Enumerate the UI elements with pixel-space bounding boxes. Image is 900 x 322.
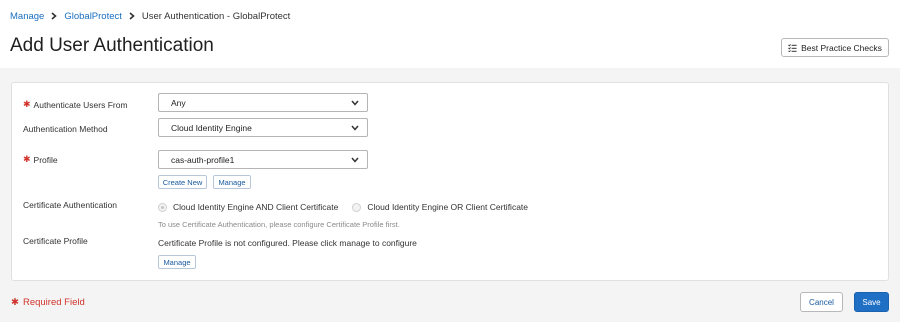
certificate-profile-message: Certificate Profile is not configured. P…	[158, 238, 417, 248]
best-practice-checks-button[interactable]: Best Practice Checks	[781, 38, 889, 57]
required-asterisk-icon: ✱	[23, 99, 31, 109]
chevron-down-icon	[351, 157, 359, 163]
chevron-right-icon	[129, 11, 135, 22]
authentication-method-label: Authentication Method	[23, 124, 108, 134]
authentication-method-select[interactable]: Cloud Identity Engine	[158, 118, 368, 137]
page-header: Manage GlobalProtect User Authentication…	[0, 0, 900, 68]
radio-and-client-certificate[interactable]	[158, 202, 167, 212]
page-title: Add User Authentication	[10, 35, 214, 56]
manage-certificate-profile-button[interactable]: Manage	[158, 255, 196, 269]
certificate-profile-label: Certificate Profile	[23, 236, 88, 246]
save-button[interactable]: Save	[854, 292, 889, 312]
breadcrumb-current: User Authentication - GlobalProtect	[141, 11, 291, 22]
radio-and-label: Cloud Identity Engine AND Client Certifi…	[173, 202, 339, 212]
certificate-authentication-label: Certificate Authentication	[23, 200, 118, 210]
required-asterisk-icon: ✱	[11, 297, 19, 308]
create-new-profile-button[interactable]: Create New	[158, 175, 207, 189]
breadcrumb-manage[interactable]: Manage	[10, 11, 44, 22]
form-card: ✱ Authenticate Users From Any Authentica…	[11, 82, 889, 281]
radio-or-label: Cloud Identity Engine OR Client Certific…	[367, 202, 529, 212]
certificate-authentication-hint: To use Certificate Authentication, pleas…	[158, 220, 400, 229]
chevron-down-icon	[351, 100, 359, 106]
best-practice-label: Best Practice Checks	[801, 42, 882, 53]
manage-profile-button[interactable]: Manage	[213, 175, 251, 189]
checklist-icon	[788, 43, 797, 52]
authenticate-users-from-label: ✱ Authenticate Users From	[23, 99, 128, 110]
cancel-button[interactable]: Cancel	[800, 292, 843, 312]
breadcrumb: Manage GlobalProtect User Authentication…	[10, 11, 290, 22]
required-field-note: ✱ Required Field	[11, 297, 85, 308]
profile-select[interactable]: cas-auth-profile1	[158, 150, 368, 169]
required-asterisk-icon: ✱	[23, 154, 31, 164]
chevron-down-icon	[351, 125, 359, 131]
radio-or-client-certificate[interactable]	[352, 202, 362, 212]
breadcrumb-globalprotect[interactable]: GlobalProtect	[64, 11, 122, 22]
authenticate-users-from-select[interactable]: Any	[158, 93, 368, 112]
profile-label: ✱ Profile	[23, 154, 58, 165]
chevron-right-icon	[51, 11, 58, 22]
certificate-authentication-options: Cloud Identity Engine AND Client Certifi…	[158, 202, 528, 212]
